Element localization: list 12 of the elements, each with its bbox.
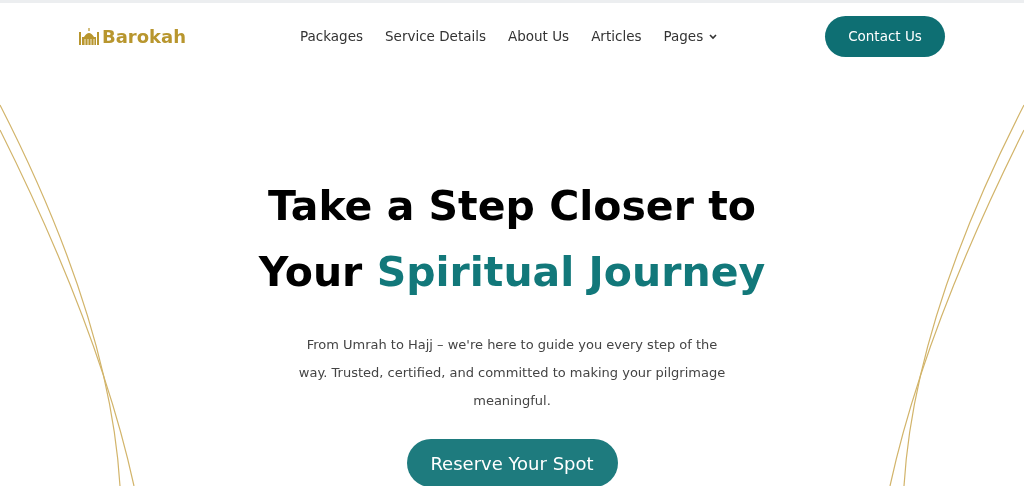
nav-link[interactable]: Packages: [300, 26, 363, 47]
hero-heading: Your Spiritual Journey: [258, 247, 766, 298]
pages-menu[interactable]: Pages: [663, 26, 718, 47]
mosque-logo-icon: [79, 27, 99, 46]
nav-link[interactable]: Service Details: [385, 26, 486, 47]
contact-button[interactable]: Contact Us: [825, 16, 945, 57]
chevron-down-icon: [709, 33, 718, 40]
nav-link[interactable]: About Us: [508, 26, 570, 47]
nav-link[interactable]: Articles: [591, 26, 642, 47]
hero-heading: Take a Step Closer to: [268, 181, 756, 232]
reserve-button[interactable]: Reserve Your Spot: [406, 439, 618, 486]
hero-description: From Umrah to Hajj – we're here to guide you every step of the way. Trusted, certified, and committed to making your pilgrimage meaningful.: [297, 336, 727, 410]
